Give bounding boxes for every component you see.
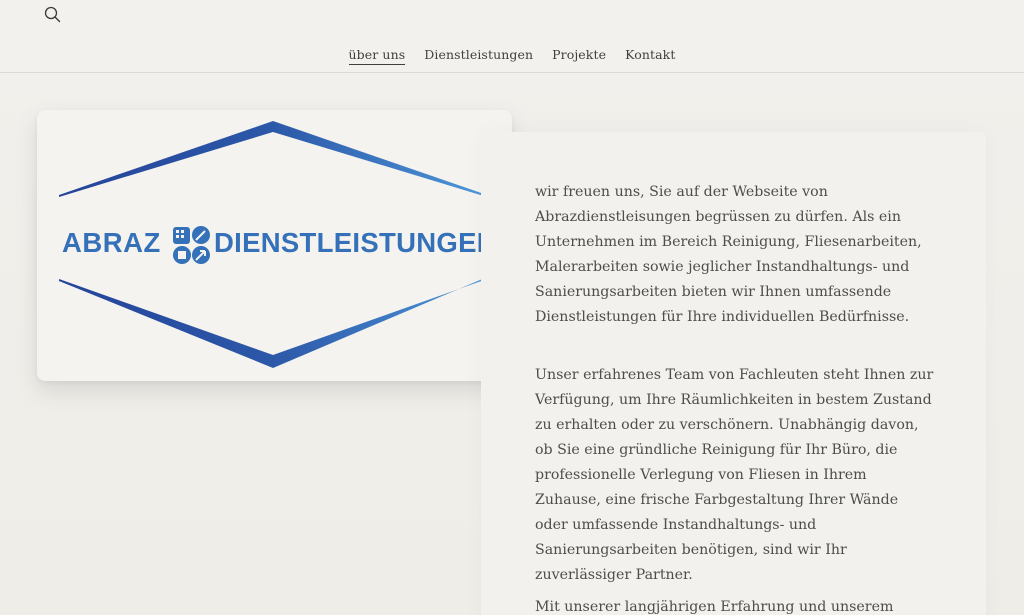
site-header: über uns Dienstleistungen Projekte Konta… <box>0 0 1024 73</box>
logo-card: ABRAZ DIENSTLEISTUNGEN <box>37 110 512 381</box>
intro-paragraph-3: Mit unserer langjährigen Erfahrung und u… <box>535 599 894 615</box>
logo-text-left: ABRAZ <box>62 227 161 258</box>
nav-item-ueber-uns[interactable]: über uns <box>348 47 406 65</box>
main-navigation: über uns Dienstleistungen Projekte Konta… <box>0 47 1024 65</box>
logo-top-chevron <box>59 121 487 197</box>
intro-text: wir freuen uns, Sie auf der Webseite von… <box>535 180 935 615</box>
logo-text-right: DIENSTLEISTUNGEN <box>214 227 497 258</box>
nav-item-projekte[interactable]: Projekte <box>552 47 606 65</box>
logo-bottom-chevron <box>59 277 487 368</box>
search-icon[interactable] <box>42 4 64 26</box>
tools-emblem-icon <box>173 226 210 264</box>
intro-paragraph-1: wir freuen uns, Sie auf der Webseite von… <box>535 184 922 325</box>
company-logo: ABRAZ DIENSTLEISTUNGEN <box>59 121 497 368</box>
nav-item-dienstleistungen[interactable]: Dienstleistungen <box>424 47 533 65</box>
intro-paragraph-2: Unser erfahrenes Team von Fachleuten ste… <box>535 367 934 583</box>
intro-text-card: wir freuen uns, Sie auf der Webseite von… <box>481 132 986 615</box>
nav-item-kontakt[interactable]: Kontakt <box>625 47 675 65</box>
